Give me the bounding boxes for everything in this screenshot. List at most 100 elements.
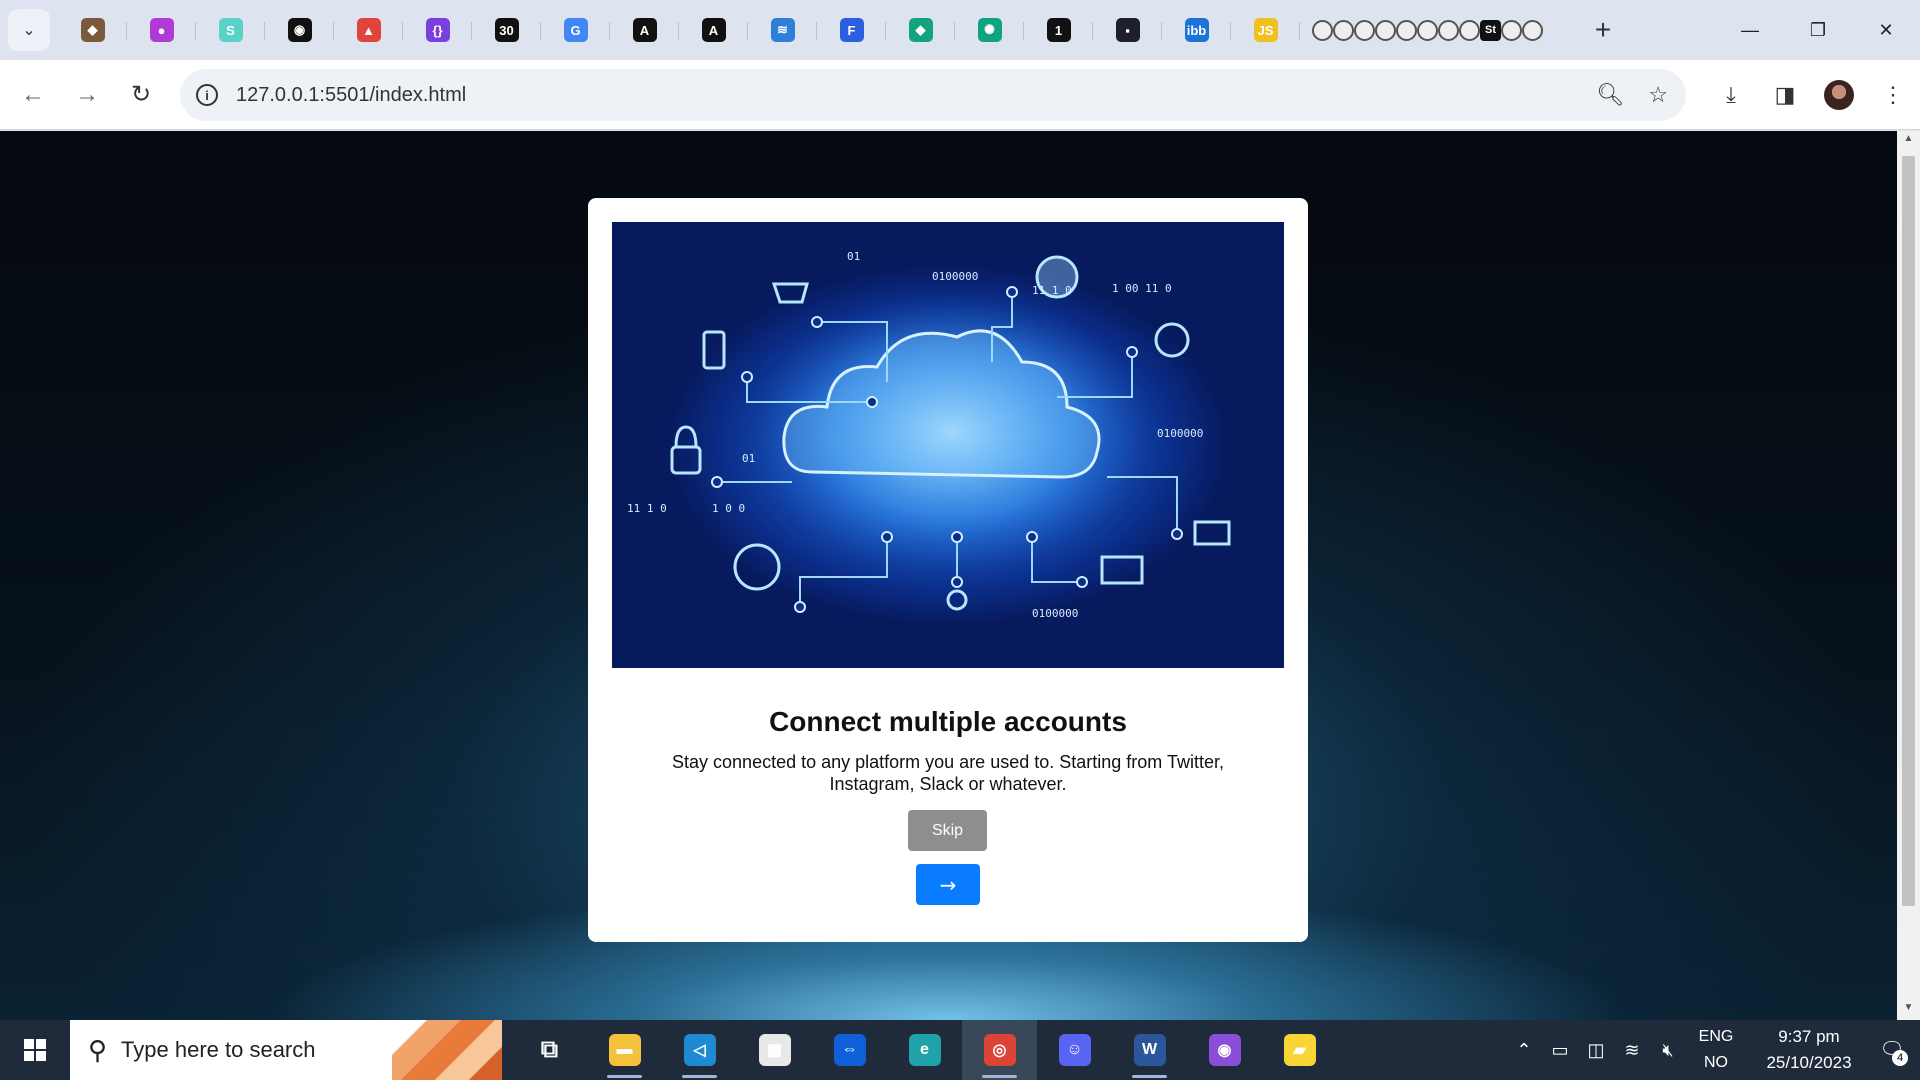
reload-button[interactable]: ↻ <box>114 73 168 117</box>
file-explorer-taskbar-button[interactable]: ▬ <box>587 1020 662 1080</box>
wifi-icon[interactable]: ≋ <box>1614 1040 1650 1061</box>
tab-6-favicon-icon: {} <box>425 18 450 42</box>
teamviewer-icon: ⇔ <box>833 1034 866 1066</box>
profile-avatar[interactable] <box>1824 80 1854 110</box>
tab-5[interactable]: ▲ <box>334 8 403 52</box>
tab-9[interactable]: A <box>610 8 679 52</box>
zoom-icon[interactable]: 🔍︎ <box>1596 82 1624 108</box>
next-button[interactable]: → <box>916 864 980 905</box>
tab-12-favicon-icon: F <box>839 18 864 42</box>
globe-search-icon <box>1154 322 1190 358</box>
compressed-tab-icon[interactable] <box>1459 19 1480 41</box>
compressed-tab-icon[interactable] <box>1522 19 1543 41</box>
taskbar-search[interactable]: ⚲ Type here to search <box>70 1020 502 1080</box>
close-window-button[interactable]: ✕ <box>1852 0 1920 60</box>
teamviewer-taskbar-button[interactable]: ⇔ <box>812 1020 887 1080</box>
tab-3[interactable]: S <box>196 8 265 52</box>
tab-11[interactable]: ≋ <box>748 8 817 52</box>
pinned-tabs: ◆ ● S ◉ ▲ {} 30 G A A ≋ F ◆ ✺ 1 ▪ ibb JS <box>58 8 1300 52</box>
tab-ibb[interactable]: ibb <box>1162 8 1231 52</box>
meet-now-icon[interactable]: ◫ <box>1578 1040 1614 1061</box>
compressed-tab-icon[interactable] <box>1375 19 1396 41</box>
sticky-notes-icon: ▰ <box>1283 1034 1316 1066</box>
word-icon: W <box>1133 1034 1166 1066</box>
edge-taskbar-button[interactable]: e <box>887 1020 962 1080</box>
tab-6[interactable]: {} <box>403 8 472 52</box>
volume-muted-icon[interactable]: 🔇︎ <box>1650 1040 1686 1061</box>
binary-label: 0100000 <box>932 270 978 283</box>
tab-github[interactable]: ◉ <box>265 8 334 52</box>
github-desktop-taskbar-button[interactable]: ◉ <box>1187 1020 1262 1080</box>
language-indicator[interactable]: ENG NO <box>1686 1024 1746 1076</box>
battery-icon[interactable]: ▭ <box>1542 1040 1578 1061</box>
tab-chatgpt[interactable]: ✺ <box>955 8 1024 52</box>
url-text[interactable]: 127.0.0.1:5501/index.html <box>236 84 466 107</box>
compressed-tab-icon[interactable] <box>1438 19 1459 41</box>
forward-button[interactable]: → <box>60 73 114 117</box>
compressed-tab-icon[interactable] <box>1396 19 1417 41</box>
tab-10[interactable]: A <box>679 8 748 52</box>
tab-7[interactable]: 30 <box>472 8 541 52</box>
ms-store-taskbar-button[interactable]: ▦ <box>737 1020 812 1080</box>
word-taskbar-button[interactable]: W <box>1112 1020 1187 1080</box>
tab-js[interactable]: JS <box>1231 8 1300 52</box>
tab-13[interactable]: ◆ <box>886 8 955 52</box>
binary-label: 1 0 0 <box>712 502 745 515</box>
phone-icon <box>702 330 726 370</box>
tab-1[interactable]: ◆ <box>58 8 127 52</box>
arrow-right-icon: → <box>75 80 99 108</box>
new-tab-button[interactable]: + <box>1585 14 1621 46</box>
show-hidden-icons-button[interactable]: ⌃ <box>1506 1040 1542 1061</box>
bookmark-star-icon[interactable]: ☆ <box>1648 82 1668 108</box>
task-view-taskbar-button[interactable]: ⧉ <box>512 1020 587 1080</box>
back-button[interactable]: ← <box>6 73 60 117</box>
tab-15[interactable]: 1 <box>1024 8 1093 52</box>
start-button[interactable] <box>0 1020 70 1080</box>
compressed-tab-icon[interactable] <box>1501 19 1522 41</box>
tab-search-button[interactable]: ⌄ <box>8 9 50 51</box>
minimize-icon: ― <box>1741 19 1759 40</box>
scroll-down-arrow[interactable]: ▼ <box>1897 1002 1920 1020</box>
arrow-left-icon: ← <box>21 80 45 108</box>
notification-center-button[interactable]: 🗨︎ 4 <box>1864 1039 1920 1066</box>
search-placeholder: Type here to search <box>121 1037 316 1062</box>
side-panel-button[interactable]: ◨ <box>1758 60 1812 130</box>
menu-button[interactable]: ⋮ <box>1866 60 1920 130</box>
clock[interactable]: 9:37 pm 25/10/2023 <box>1754 1024 1864 1076</box>
compressed-tab-icon[interactable] <box>1354 19 1375 41</box>
tab-16[interactable]: ▪ <box>1093 8 1162 52</box>
skip-button[interactable]: Skip <box>908 810 987 851</box>
vscode-taskbar-button[interactable]: ◁ <box>662 1020 737 1080</box>
tab-2[interactable]: ● <box>127 8 196 52</box>
compressed-tab-icon[interactable] <box>1333 19 1354 41</box>
tab-google[interactable]: G <box>541 8 610 52</box>
github-desktop-icon: ◉ <box>1208 1034 1241 1066</box>
compressed-tab-icon[interactable] <box>1417 19 1438 41</box>
discord-taskbar-button[interactable]: ☺ <box>1037 1020 1112 1080</box>
address-bar[interactable]: i 127.0.0.1:5501/index.html 🔍︎ ☆ <box>180 69 1686 121</box>
browser-toolbar: ← → ↻ i 127.0.0.1:5501/index.html 🔍︎ ☆ ⤓… <box>0 60 1920 130</box>
sticky-notes-taskbar-button[interactable]: ▰ <box>1262 1020 1337 1080</box>
restore-button[interactable]: ❐ <box>1784 0 1852 60</box>
file-explorer-icon: ▬ <box>608 1034 641 1066</box>
tab-9-favicon-icon: A <box>632 18 657 42</box>
scroll-thumb[interactable] <box>1902 156 1915 906</box>
compressed-tab-icon[interactable] <box>1312 19 1333 41</box>
downloads-button[interactable]: ⤓ <box>1704 60 1758 130</box>
tab-11-favicon-icon: ≋ <box>770 18 795 42</box>
search-highlight-image <box>392 1020 502 1080</box>
chrome-taskbar-button[interactable]: ◎ <box>962 1020 1037 1080</box>
tab-1-favicon-icon: ◆ <box>80 18 105 42</box>
page-scrollbar[interactable]: ▲ ▼ <box>1897 131 1920 1020</box>
minimize-button[interactable]: ― <box>1716 0 1784 60</box>
taskbar-apps: ⧉ ▬ ◁ ▦ ⇔ e ◎ ☺ W ◉ ▰ <box>512 1020 1337 1080</box>
compressed-tab-icon[interactable]: St <box>1480 19 1501 41</box>
site-info-icon[interactable]: i <box>196 84 218 106</box>
tab-13-favicon-icon: ◆ <box>908 18 933 42</box>
keyboard-layout: NO <box>1704 1054 1728 1071</box>
lock-shackle <box>674 425 698 448</box>
tab-3-favicon-icon: S <box>218 18 243 42</box>
tab-12[interactable]: F <box>817 8 886 52</box>
scroll-up-arrow[interactable]: ▲ <box>1897 133 1920 151</box>
tab-chatgpt-favicon-icon: ✺ <box>977 18 1002 42</box>
